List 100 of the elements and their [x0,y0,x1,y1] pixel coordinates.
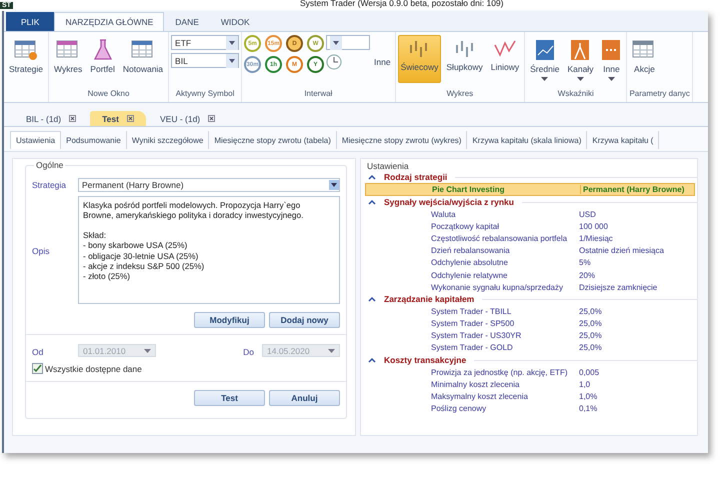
ribbon-group-label: Wykres [446,89,474,100]
field-label: Do [243,346,254,356]
description-field[interactable]: Klasyka pośród portfeli modelowych. Propozycja Harry`ego Browne, amerykańskiego polityka i doradcy inwestycyjnego. Skład: - bony skarbowe USA (25%) - obligacje 30-letnie USA (25%) - akcje z indeksu S&P 500 (25%) - złoto (25%) [78,196,340,304]
chart-type-button[interactable]: Liniowy [488,35,522,76]
ribbon-group-label: Wskaźniki [556,89,595,100]
property-name: Pie Chart Investing [432,185,581,194]
settings-tab[interactable]: Krzywa kapitału ( [587,131,660,149]
ribbon-button[interactable]: Notowania [120,35,166,78]
property-name: System Trader - SP500 [431,319,516,328]
ribbon-group-label: Interwał [303,89,334,100]
property-value: 5% [579,258,591,268]
field-label: Opis [32,245,50,256]
property-value: 25,0% [579,331,602,340]
document-tab[interactable]: VEU - (1d) [148,111,228,126]
settings-tab[interactable]: Podsumowanie [61,131,127,149]
property-name: Odchylenie relatywne [431,270,508,280]
ribbon-button[interactable]: Wykres [51,35,86,78]
chart-type-button[interactable]: Świecowy [398,35,442,83]
property-value: 0,1% [579,404,598,414]
property-row[interactable]: Odchylenie relatywne 20% [365,268,697,282]
property-value: Dzisiejsze zamknięcie [579,282,658,292]
form-button[interactable]: Anuluj [269,390,340,406]
property-row[interactable]: Waluta USD [365,208,697,220]
symbol-combo-box[interactable]: BIL [171,53,240,68]
property-value: 1,0% [579,392,598,402]
property-name: Wykonanie sygnału kupna/sprzedaży [431,282,564,292]
field-label: Strategia [32,179,68,190]
section-title: Rodzaj strategii [384,172,448,182]
strategy-dropdown[interactable]: Permanent (Harry Browne) [78,178,340,192]
property-value: 20% [579,270,596,280]
property-value: 1/Miesiąc [579,234,613,243]
property-name: Częstotliwość rebalansowania portfela [431,234,568,243]
property-name: System Trader - GOLD [431,343,514,352]
other-interval-button[interactable]: Inne [372,57,393,67]
document-tab[interactable]: Test [90,111,146,126]
section-title: Zarządzanie kapitałem [384,294,474,304]
property-name: Poślizg cenowy [431,404,488,414]
indicator-button[interactable]: Średnie [527,35,562,85]
ribbon-group-label: Nowe Okno [86,89,130,100]
property-value: 25,0% [579,306,602,316]
property-value: 25,0% [579,319,602,328]
group-title: Ustawienia [365,161,411,171]
property-value: 100 000 [579,222,608,231]
settings-tab[interactable]: Ustawienia [10,131,62,149]
ribbon-group-label: Aktywny Symbol [174,89,236,100]
ribbon-button[interactable]: Akcje [629,35,660,78]
property-row[interactable]: Minimalny koszt zlecenia 1,0 [365,378,697,390]
property-row[interactable]: Maksymalny koszt zlecenia 1,0% [365,390,697,403]
checkbox-label: Wszystkie dostępne dane [45,364,142,374]
ribbon-button[interactable]: Portfel [87,35,118,78]
chart-type-button[interactable]: Słupkowy [443,35,486,76]
property-row[interactable]: Prowizja za jednostkę (np. akcję, ETF) 0,005 [365,366,697,378]
property-row[interactable]: System Trader - US30YR 25,0% [365,330,697,342]
indicator-button[interactable]: Inne [598,35,624,85]
settings-tab[interactable]: Miesięczne stopy zwrotu (wykres) [336,131,468,149]
ribbon-tab[interactable]: WIDOK [210,12,261,31]
section-title: Koszty transakcyjne [384,355,466,366]
property-value: Permanent (Harry Browne) [582,185,684,194]
property-row[interactable]: Częstotliwość rebalansowania portfela 1/Miesiąc [365,232,697,245]
property-value: 1,0 [579,380,590,389]
settings-tab[interactable]: Krzywa kapitału (skala liniowa) [467,131,588,149]
property-row[interactable]: System Trader - SP500 25,0% [365,318,697,330]
property-row[interactable]: Początkowy kapitał 100 000 [365,220,697,232]
property-value: 25,0% [579,343,602,352]
ribbon-tab[interactable]: DANE [164,12,210,31]
property-name: Początkowy kapitał [431,222,500,231]
field-label: Od [32,346,44,356]
property-row[interactable]: System Trader - GOLD 25,0% [365,342,697,354]
property-name: Dzień rebalansowania [431,246,511,256]
property-name: Odchylenie absolutne [431,258,509,268]
selected-property-row[interactable]: Pie Chart Investing Permanent (Harry Browne) [365,183,695,196]
property-name: System Trader - TBILL [431,306,512,316]
ribbon-tab[interactable]: PLIK [6,12,54,31]
ribbon-tab[interactable]: NARZĘDZIA GŁÓWNE [54,12,164,31]
property-row[interactable]: Wykonanie sygnału kupna/sprzedaży Dzisiejsze zamknięcie [365,281,697,294]
property-name: System Trader - US30YR [431,331,522,340]
property-row[interactable]: System Trader - TBILL 25,0% [365,305,697,318]
property-row[interactable]: Odchylenie absolutne 5% [365,256,697,269]
form-button[interactable]: Test [194,390,265,406]
property-name: Minimalny koszt zlecenia [431,380,520,389]
section-title: Sygnały wejścia/wyjścia z rynku [384,197,514,207]
settings-tab[interactable]: Miesięczne stopy zwrotu (tabela) [209,131,337,149]
property-name: Waluta [431,210,457,219]
form-button[interactable]: Modyfikuj [194,312,265,328]
property-name: Maksymalny koszt zlecenia [431,392,529,402]
property-value: 0,005 [579,368,600,377]
ribbon-group-label: Parametry danyc [629,89,690,100]
document-tab[interactable]: BIL - (1d) [14,111,88,126]
indicator-button[interactable]: Kanały [564,35,596,85]
property-row[interactable]: Poślizg cenowy 0,1% [365,402,697,415]
form-button[interactable]: Dodaj nowy [269,312,340,328]
group-title: Ogólne [34,160,66,170]
window-title: System Trader (Wersja 0.9.0 beta, pozostało dni: 109) [300,0,504,8]
ribbon-button[interactable]: Strategie [6,35,46,78]
property-row[interactable]: Dzień rebalansowania Ostatnie dzień miesiąca [365,244,697,257]
property-value: USD [579,210,596,219]
settings-tab[interactable]: Wyniki szczegółowe [126,131,210,149]
property-name: Prowizja za jednostkę (np. akcję, ETF) [431,368,568,377]
property-value: Ostatnie dzień miesiąca [579,246,664,256]
symbol-combo-box[interactable]: ETF [171,35,240,50]
